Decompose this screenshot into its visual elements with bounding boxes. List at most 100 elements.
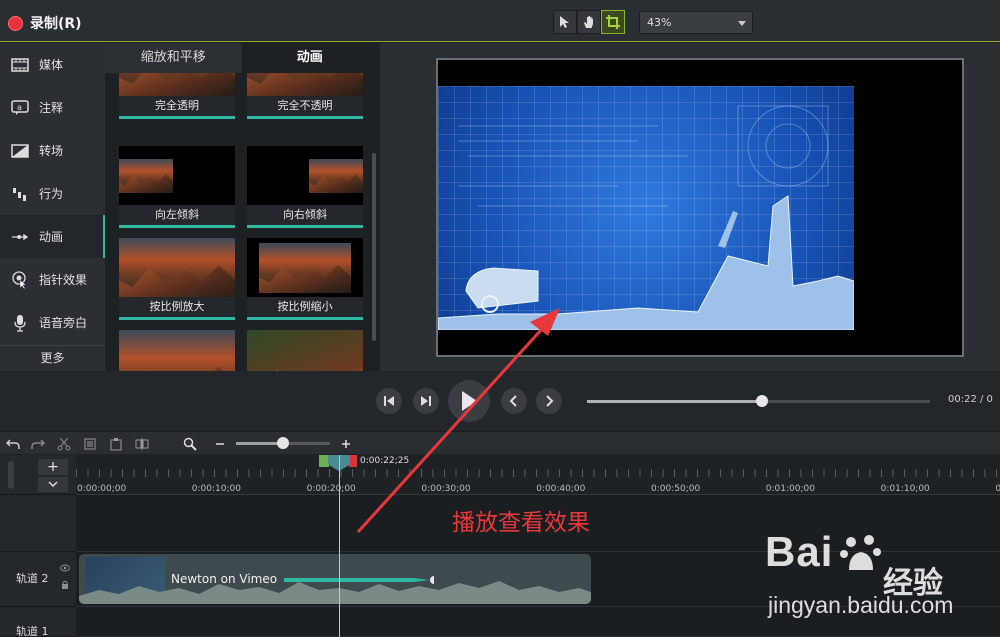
- sidebar-item-label: 语音旁白: [39, 316, 88, 330]
- thumb-label: 向右倾斜: [247, 205, 363, 225]
- select-pointer-icon[interactable]: [553, 10, 577, 34]
- split-icon[interactable]: [134, 436, 150, 452]
- behavior-icon: [11, 186, 29, 202]
- track-head-empty: [0, 495, 76, 552]
- thumb-label: 完全不透明: [247, 96, 363, 116]
- chevron-down-icon: [48, 481, 58, 488]
- watermark-url: jingyan.baidu.com: [768, 592, 954, 618]
- sidebar-item-label: 动画: [39, 230, 64, 244]
- animation-thumb-tilt-right[interactable]: 向右倾斜: [247, 146, 363, 228]
- record-label: 录制(R): [30, 16, 82, 32]
- add-track-button[interactable]: +: [38, 459, 68, 475]
- playhead-in-marker[interactable]: [319, 455, 329, 467]
- record-button[interactable]: 录制(R): [8, 13, 82, 33]
- zoom-select[interactable]: 43%: [639, 11, 753, 34]
- thumb-image: [119, 330, 235, 371]
- top-toolbar: 录制(R) 43%: [0, 0, 1000, 42]
- sidebar-item-animations[interactable]: 动画: [0, 215, 105, 258]
- sidebar-item-label: 转场: [39, 144, 64, 158]
- thumb-label: 按比例放大: [119, 297, 235, 317]
- playback-timecode: 00:22 / 0: [948, 394, 993, 405]
- ruler-tick-label: 0:00:50;00: [651, 484, 701, 494]
- thumb-image: [119, 238, 235, 300]
- crop-icon[interactable]: [601, 10, 625, 34]
- animation-thumb-row4-right[interactable]: [247, 330, 363, 371]
- sidebar-item-voice-narration[interactable]: 语音旁白: [0, 301, 105, 344]
- sidebar-item-label: 指针效果: [39, 273, 88, 287]
- baidu-watermark: Bai 经验 jingyan.baidu.com: [765, 528, 1000, 633]
- scrubber-handle[interactable]: [755, 395, 768, 407]
- media-clip[interactable]: Newton on Vimeo: [79, 554, 591, 604]
- clip-name: Newton on Vimeo: [171, 572, 278, 586]
- ruler-tick-label: 0:01:10;00: [880, 484, 930, 494]
- sidebar: 媒体 a 注释 转场 行为 动画 指针效果 语音旁白 更多: [0, 43, 105, 371]
- timeline-zoom-slider[interactable]: [236, 437, 330, 449]
- scrubber-progress: [587, 400, 762, 403]
- zoom-magnifier-icon: [182, 436, 198, 452]
- pan-hand-icon[interactable]: [577, 10, 601, 34]
- thumb-label: 完全透明: [119, 96, 235, 116]
- ruler-tick-label: 0:0: [995, 484, 1000, 494]
- track-label: 轨道 2: [16, 572, 49, 585]
- zoom-out-icon[interactable]: [212, 436, 228, 452]
- panel-tabs: 缩放和平移 动画: [105, 43, 378, 73]
- cursor-effect-icon: [11, 270, 29, 289]
- watermark-logo: Bai: [765, 528, 834, 575]
- animation-thumb-scale-down[interactable]: 按比例缩小: [247, 238, 363, 320]
- copy-icon[interactable]: [82, 436, 98, 452]
- thumb-image: [259, 243, 351, 293]
- track-height-slider[interactable]: [8, 461, 14, 489]
- animation-thumb-scale-up[interactable]: 按比例放大: [119, 238, 235, 320]
- eye-icon: [60, 564, 70, 572]
- redo-icon[interactable]: [30, 436, 46, 452]
- microphone-icon: [11, 314, 29, 332]
- thumb-image: [309, 159, 363, 193]
- sidebar-item-transitions[interactable]: 转场: [0, 129, 105, 172]
- record-dot-icon: [8, 15, 23, 31]
- zoom-slider-handle[interactable]: [277, 437, 289, 449]
- animation-thumb-fully-opaque[interactable]: 完全不透明: [247, 73, 363, 119]
- thumb-image: [119, 73, 235, 96]
- animation-arrow[interactable]: [284, 575, 434, 585]
- ruler-tick-label: 0:00:10;00: [191, 484, 241, 494]
- sidebar-item-behaviors[interactable]: 行为: [0, 172, 105, 215]
- animation-thumb-row4-left[interactable]: [119, 330, 235, 371]
- animation-thumb-fully-transparent[interactable]: 完全透明: [119, 73, 235, 119]
- track-head-1[interactable]: 轨道 1: [0, 607, 76, 637]
- thumb-label: 按比例缩小: [247, 297, 363, 317]
- ruler-tick-label: 0:00:00;00: [77, 484, 127, 494]
- sidebar-item-label: 行为: [39, 187, 64, 201]
- zoom-slider-fill: [236, 442, 283, 445]
- animation-thumb-tilt-left[interactable]: 向左倾斜: [119, 146, 235, 228]
- sidebar-item-annotations[interactable]: a 注释: [0, 86, 105, 129]
- annotation-text: 播放查看效果: [452, 510, 590, 536]
- thumb-label: 向左倾斜: [119, 205, 235, 225]
- sidebar-item-label: 注释: [39, 101, 64, 115]
- track-label: 轨道 1: [16, 625, 49, 637]
- animation-icon: [11, 229, 29, 245]
- lock-icon: [62, 580, 68, 589]
- collapse-tracks-button[interactable]: [38, 477, 68, 492]
- tab-animations[interactable]: 动画: [241, 43, 378, 73]
- undo-icon[interactable]: [5, 436, 21, 452]
- sidebar-item-cursor-effects[interactable]: 指针效果: [0, 258, 105, 301]
- sidebar-item-media[interactable]: 媒体: [0, 43, 105, 86]
- track-head-2[interactable]: 轨道 2: [0, 552, 76, 607]
- thumb-image: [247, 330, 363, 371]
- film-icon: [11, 57, 29, 73]
- sidebar-item-label: 媒体: [39, 58, 64, 72]
- cut-icon[interactable]: [56, 436, 72, 452]
- animation-grid: 完全透明 完全不透明 向左倾斜 向右倾斜 按比例放大 按比例缩小: [105, 73, 370, 371]
- blueprint-video-frame: [438, 86, 854, 330]
- sidebar-more-button[interactable]: 更多: [0, 345, 105, 371]
- playhead-line: [339, 455, 340, 637]
- tab-zoom-and-pan[interactable]: 缩放和平移: [105, 43, 242, 73]
- svg-text:a: a: [17, 103, 22, 112]
- ruler-tick-label: 0:00:20;00: [306, 484, 356, 494]
- paste-icon[interactable]: [108, 436, 124, 452]
- baidu-paw-icon: [840, 535, 881, 570]
- thumb-image: [247, 73, 363, 96]
- transition-icon: [11, 143, 29, 159]
- canvas-tools: [553, 10, 625, 34]
- playback-scrubber[interactable]: [587, 395, 930, 407]
